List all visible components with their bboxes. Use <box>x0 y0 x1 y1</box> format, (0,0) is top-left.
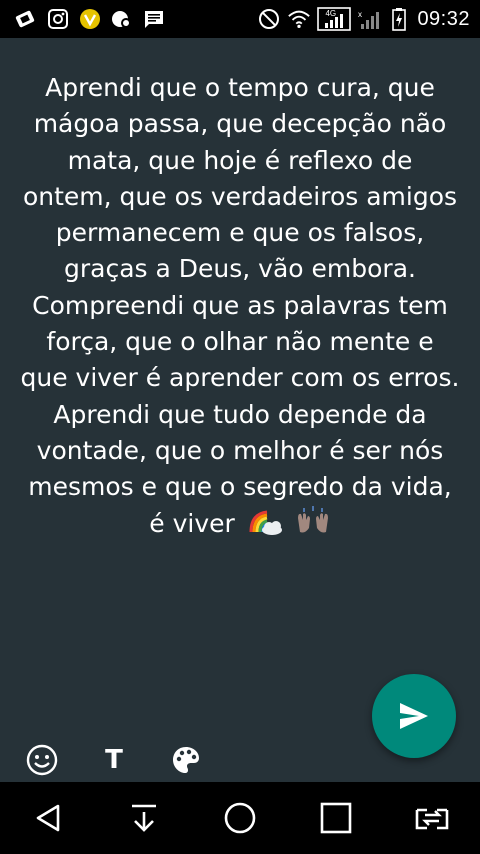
back-icon <box>36 804 60 832</box>
signal-4g-icon: 4G <box>317 7 352 31</box>
navigation-bar <box>0 782 480 854</box>
background-color-button[interactable] <box>166 740 206 780</box>
vivo-v-icon <box>78 7 102 31</box>
clock: 09:32 <box>417 7 470 30</box>
home-button[interactable] <box>210 788 270 848</box>
instagram-icon <box>46 7 70 31</box>
palette-icon <box>173 747 199 773</box>
emoji-button[interactable] <box>22 740 62 780</box>
switch-window-button[interactable] <box>402 788 462 848</box>
download-button[interactable] <box>114 788 174 848</box>
rainbow-cloud-emoji <box>247 508 283 546</box>
font-style-button[interactable]: T <box>94 740 134 780</box>
screen-share-icon <box>14 7 38 31</box>
download-icon <box>132 804 156 832</box>
raised-hands-emoji <box>295 505 331 546</box>
send-button[interactable] <box>372 674 456 758</box>
signal-x-icon: x <box>357 7 381 31</box>
wifi-icon <box>287 7 311 31</box>
status-bar: 4G x 09:32 <box>0 0 480 38</box>
notification-icons <box>0 7 166 31</box>
network-type-label: 4G <box>325 9 337 18</box>
system-icons: 4G x 09:32 <box>257 7 480 31</box>
back-button[interactable] <box>18 788 78 848</box>
status-text-content: Aprendi que o tempo cura, que mágoa pass… <box>20 73 460 538</box>
camera-cast-icon <box>110 7 134 31</box>
dnd-icon <box>257 7 281 31</box>
battery-charging-icon <box>387 7 411 31</box>
recents-button[interactable] <box>306 788 366 848</box>
switch-window-icon <box>415 808 449 830</box>
home-icon <box>224 802 256 834</box>
smiley-icon <box>26 744 58 776</box>
message-icon <box>142 7 166 31</box>
status-text-input[interactable]: Aprendi que o tempo cura, que mágoa pass… <box>20 70 460 546</box>
recents-icon <box>320 802 352 834</box>
svg-text:x: x <box>358 10 362 19</box>
send-icon <box>400 703 428 729</box>
text-style-icon: T <box>105 745 123 775</box>
